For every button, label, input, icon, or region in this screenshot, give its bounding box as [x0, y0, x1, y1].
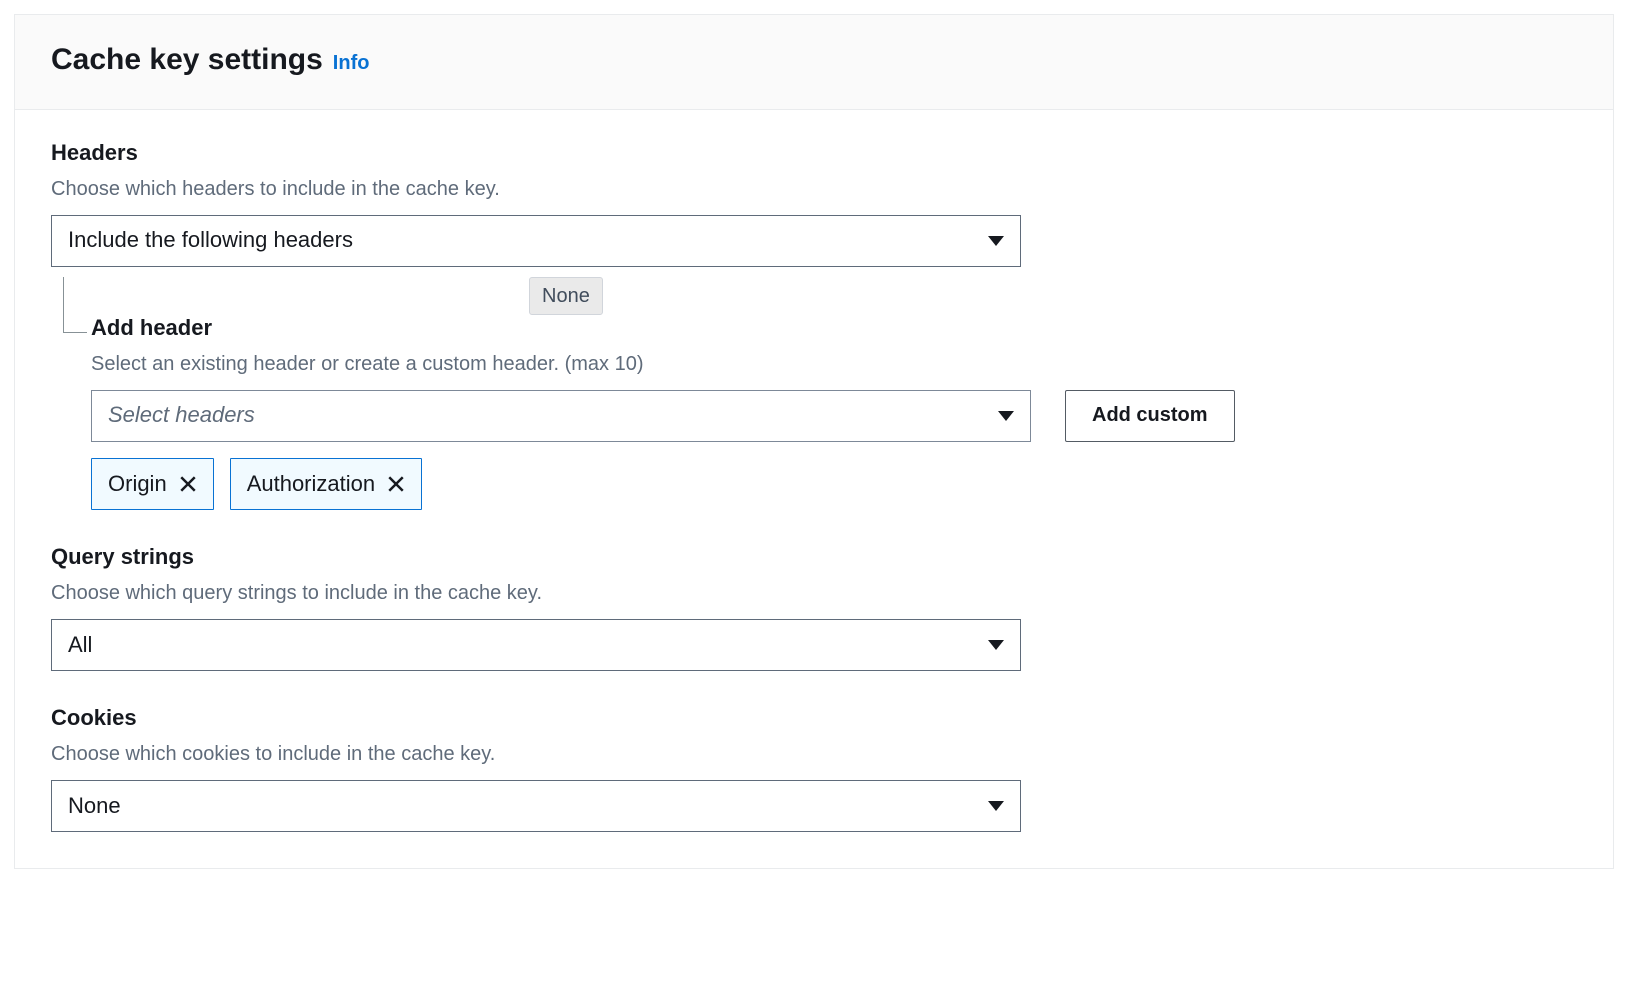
add-header-label: Add header [91, 313, 1577, 344]
query-strings-section: Query strings Choose which query strings… [51, 542, 1577, 671]
caret-down-icon [988, 801, 1004, 811]
cookies-description: Choose which cookies to include in the c… [51, 740, 1577, 768]
headers-description: Choose which headers to include in the c… [51, 175, 1577, 203]
cache-key-settings-panel: Cache key settings Info Headers Choose w… [14, 14, 1614, 869]
add-header-description: Select an existing header or create a cu… [91, 350, 1577, 378]
cookies-select-value: None [68, 791, 121, 822]
cookies-section: Cookies Choose which cookies to include … [51, 703, 1577, 832]
select-headers-dropdown[interactable]: Select headers [91, 390, 1031, 442]
query-strings-select[interactable]: All [51, 619, 1021, 671]
cookies-label: Cookies [51, 703, 1577, 734]
select-headers-placeholder: Select headers [108, 400, 255, 431]
headers-section: Headers Choose which headers to include … [51, 138, 1577, 510]
info-link[interactable]: Info [333, 49, 370, 77]
cookies-select[interactable]: None [51, 780, 1021, 832]
query-strings-description: Choose which query strings to include in… [51, 579, 1577, 607]
caret-down-icon [988, 236, 1004, 246]
add-custom-button[interactable]: Add custom [1065, 390, 1235, 442]
headers-label: Headers [51, 138, 1577, 169]
add-header-nested: None Add header Select an existing heade… [51, 277, 1577, 511]
caret-down-icon [998, 411, 1014, 421]
headers-select-value: Include the following headers [68, 225, 353, 256]
tooltip-none: None [529, 277, 603, 315]
add-custom-label: Add custom [1092, 404, 1208, 427]
close-icon[interactable] [179, 475, 197, 493]
panel-header: Cache key settings Info [15, 15, 1613, 110]
headers-select[interactable]: Include the following headers [51, 215, 1021, 267]
header-token-label: Origin [108, 469, 167, 500]
tree-elbow-icon [63, 277, 87, 333]
close-icon[interactable] [387, 475, 405, 493]
panel-title: Cache key settings [51, 39, 323, 81]
header-token-authorization: Authorization [230, 458, 422, 511]
panel-body: Headers Choose which headers to include … [15, 110, 1613, 868]
header-token-row: Origin Authorization [91, 458, 1577, 511]
query-strings-select-value: All [68, 630, 92, 661]
caret-down-icon [988, 640, 1004, 650]
header-token-label: Authorization [247, 469, 375, 500]
query-strings-label: Query strings [51, 542, 1577, 573]
header-token-origin: Origin [91, 458, 214, 511]
